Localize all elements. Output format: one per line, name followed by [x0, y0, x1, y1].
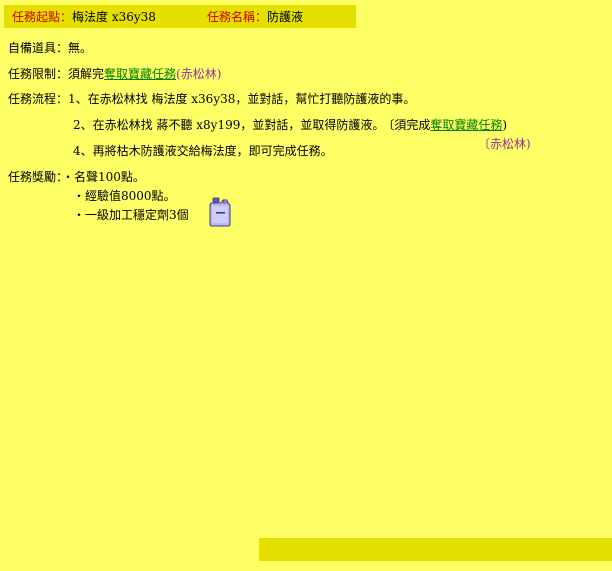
- potion-jug-icon: [208, 197, 232, 227]
- restriction-quest-link[interactable]: 奪取寶藏任務: [104, 67, 176, 81]
- restriction-row: 任務限制：須解完奪取寶藏任務(赤松林): [8, 67, 221, 81]
- quest-start-label: 任務起點：: [12, 10, 73, 24]
- quest-name-value: 防護液: [267, 10, 304, 24]
- quest-start-value: 梅法度 x36y38: [72, 10, 156, 24]
- flow-step4: 4、再將枯木防護液交給梅法度，即可完成任務。: [73, 144, 333, 158]
- restriction-label: 任務限制：: [8, 67, 69, 81]
- quest-name: 任務名稱：防護液: [207, 10, 303, 24]
- equipment-label: 自備道具：: [8, 41, 69, 55]
- flow-label: 任務流程：: [8, 92, 69, 106]
- reward-item-exp: ・經驗值8000點。: [73, 189, 176, 203]
- flow-step2-row: 2、在赤松林找 蔣不聽 x8y199，並對話，並取得防護液。 〔須完成奪取寶藏任務…: [73, 118, 507, 132]
- flow-step1: 1、在赤松林找 梅法度 x36y38，並對話，幫忙打聽防護液的事。: [68, 92, 416, 106]
- restriction-location: (赤松林): [176, 67, 222, 81]
- restriction-prefix: 須解完: [68, 67, 105, 81]
- quest-name-label: 任務名稱：: [207, 10, 268, 24]
- flow-step2-text: 2、在赤松林找 蔣不聽 x8y199，並對話，並取得防護液。: [73, 118, 385, 132]
- equipment-value: 無。: [68, 41, 93, 55]
- reward-row1: 任務獎勵：・名聲100點。: [8, 170, 145, 184]
- flow-step2-quest-link[interactable]: 奪取寶藏任務: [430, 118, 502, 132]
- reward-item-fame: ・名聲100點。: [62, 170, 145, 184]
- equipment-row: 自備道具：無。: [8, 41, 92, 55]
- flow-step2-prefix: 〔須完成: [388, 118, 431, 132]
- flow-step1-row: 任務流程：1、在赤松林找 梅法度 x36y38，並對話，幫忙打聽防護液的事。: [8, 92, 415, 106]
- flow-step2-suffix: ): [502, 118, 508, 132]
- flow-step2-location: 〔赤松林): [478, 137, 531, 151]
- reward-item-stabilizer: ・一級加工穩定劑3個: [73, 208, 189, 222]
- footer-bar: [259, 538, 612, 561]
- reward-label: 任務獎勵：: [8, 170, 63, 184]
- quest-start: 任務起點：梅法度 x36y38: [12, 10, 156, 24]
